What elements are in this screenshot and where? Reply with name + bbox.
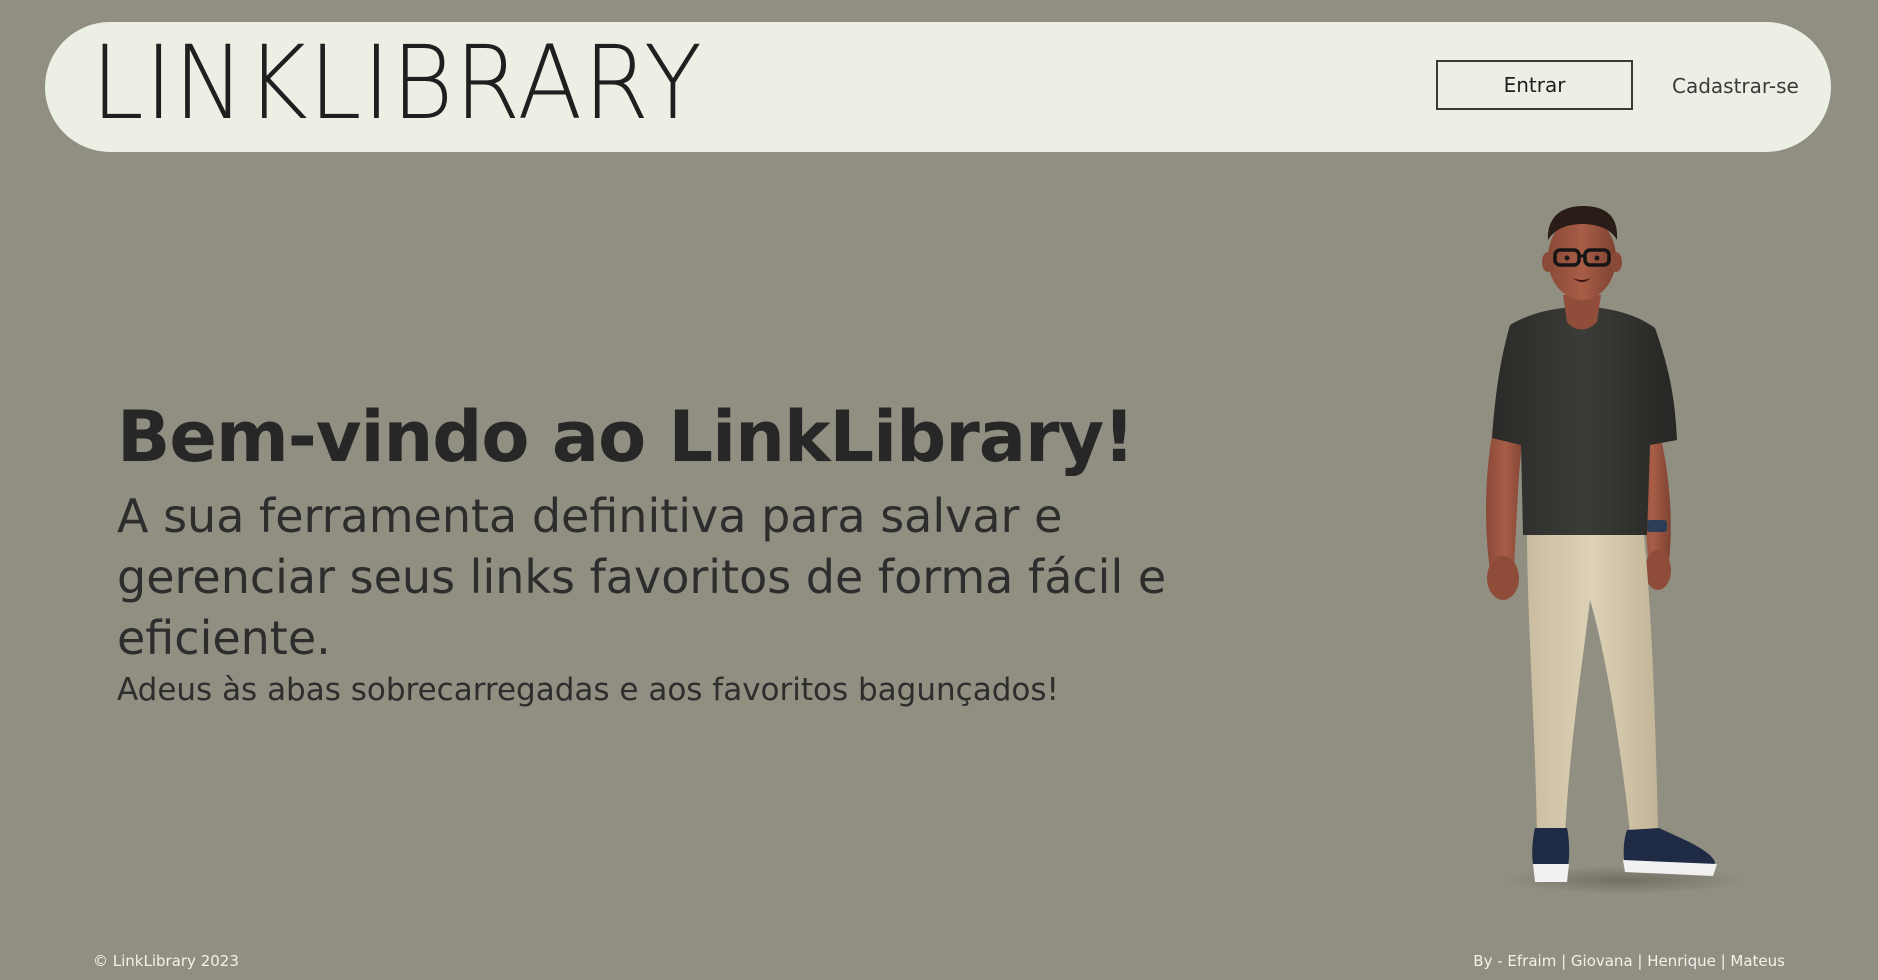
person-standing-illustration xyxy=(1455,200,1765,900)
login-button[interactable]: Entrar xyxy=(1436,60,1633,110)
landing-page: LINKLIBRARY Entrar Cadastrar-se Bem-vind… xyxy=(0,0,1878,980)
hero-title: Bem-vindo ao LinkLibrary! xyxy=(117,396,1135,478)
signup-link[interactable]: Cadastrar-se xyxy=(1672,74,1799,98)
hero-tagline: Adeus às abas sobrecarregadas e aos favo… xyxy=(117,671,1059,708)
credits-text: By - Efraim | Giovana | Henrique | Mateu… xyxy=(1473,952,1785,970)
navbar: LINKLIBRARY Entrar Cadastrar-se xyxy=(45,22,1831,152)
logo[interactable]: LINKLIBRARY xyxy=(91,30,703,137)
copyright-text: © LinkLibrary 2023 xyxy=(93,952,239,970)
hero-section: Bem-vindo ao LinkLibrary! A sua ferramen… xyxy=(117,398,1237,712)
hero-subtitle: A sua ferramenta definitiva para salvar … xyxy=(117,489,1167,665)
